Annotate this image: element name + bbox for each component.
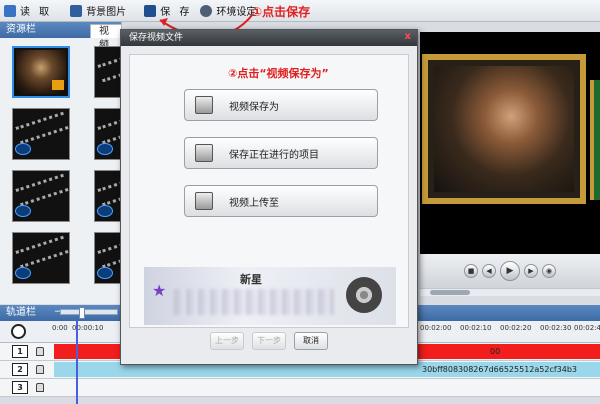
floppy-disk-icon [195,96,213,114]
promo-title: 新星 [240,273,262,286]
next-step-button[interactable]: 下一步 [252,332,286,350]
previous-step-button[interactable]: 上一步 [210,332,244,350]
track-number: 2 [12,363,28,376]
folder-open-icon [4,4,16,17]
film-strip-icon [195,144,213,162]
save-project-label: 保存正在进行的项目 [229,149,319,161]
promo-blurred-text [174,289,334,315]
image-icon [70,4,83,17]
play-icon[interactable]: ▶ [500,261,520,281]
next-icon[interactable]: ▶ [524,264,538,278]
ruler-tick: 0:00 [52,324,68,332]
stop-icon[interactable]: ■ [464,264,478,278]
dialog-footer: 上一步 下一步 取消 [121,332,417,362]
background-image-button[interactable]: 背景图片 [66,0,130,22]
star-icon: ★ [152,281,167,300]
background-image-label: 背景图片 [86,7,127,18]
volume-icon[interactable]: ◉ [542,264,556,278]
ruler-tick: 00:02:00 [420,324,452,332]
playhead[interactable] [76,321,78,404]
lock-icon[interactable] [36,365,44,374]
upload-icon [195,192,213,210]
dialog-body: ②点击“视频保存为” 视频保存为 保存正在进行的项目 视频上传至 ★ 新星 [129,54,409,328]
close-icon[interactable]: x [405,31,411,42]
upload-video-button[interactable]: 视频上传至 [184,185,378,217]
preview-frame-side [590,80,600,200]
player-controls: ■ ◀ ▶ ▶ ◉ [420,254,600,288]
ruler-tick: 00:02:10 [460,324,492,332]
save-video-as-button[interactable]: 视频保存为 [184,89,378,121]
resource-panel: 资源栏 视 频 [0,22,151,304]
save-video-dialog: 保存视频文件 x ②点击“视频保存为” 视频保存为 保存正在进行的项目 视频上传… [120,29,418,365]
ruler-tick: 00:02:30 [540,324,572,332]
tab-video[interactable]: 视 频 [90,24,122,51]
upload-video-label: 视频上传至 [229,197,279,209]
thumbnail-item[interactable] [12,232,70,284]
thumbnail-item[interactable] [12,46,70,98]
film-reel-icon [346,277,382,313]
promo-banner[interactable]: ★ 新星 [144,267,396,325]
zoom-slider[interactable] [60,307,118,319]
preview-frame [422,54,586,204]
track-row[interactable]: 3 [0,379,600,397]
save-video-as-label: 视频保存为 [229,101,279,113]
ruler-tick: 00:02:40 [574,324,600,332]
track-number: 3 [12,381,28,394]
save-project-button[interactable]: 保存正在进行的项目 [184,137,378,169]
clock-icon [11,324,26,339]
read-button[interactable]: 读 取 [0,0,56,22]
preview-scrollbar[interactable] [420,288,600,296]
track-number: 1 [12,345,28,358]
track-clip-label: 00 [490,347,501,356]
lock-icon[interactable] [36,347,44,356]
ruler-tick: 00:02:20 [500,324,532,332]
thumbnail-item[interactable] [12,108,70,160]
annotation-step1: ①点击保存 [252,5,311,19]
video-preview [420,32,600,254]
lock-icon[interactable] [36,383,44,392]
dialog-title: 保存视频文件 [121,30,417,46]
annotation-step2: ②点击“视频保存为” [228,67,329,80]
read-label: 读 取 [20,7,53,18]
previous-icon[interactable]: ◀ [482,264,496,278]
thumbnail-item[interactable] [12,170,70,222]
cancel-button[interactable]: 取消 [294,332,328,350]
track-clip-label: 30bff808308267d66525512a52cf34b3 [422,365,578,374]
